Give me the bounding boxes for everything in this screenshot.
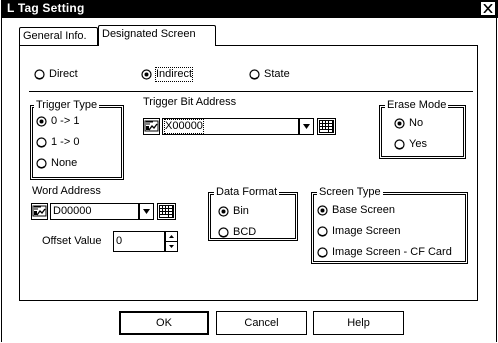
word-address-label: Word Address <box>32 185 101 197</box>
radio-checked-icon <box>317 205 328 216</box>
word-address-dropdown[interactable] <box>139 203 154 220</box>
trigger-bit-address-input[interactable]: X00000 <box>162 118 299 135</box>
radio-unchecked-icon <box>34 69 45 80</box>
trigger-type-title: Trigger Type <box>34 99 100 112</box>
radio-unchecked-icon <box>36 137 47 148</box>
screen-type-title: Screen Type <box>317 186 383 199</box>
erase-yes-label: Yes <box>409 138 427 150</box>
ok-button[interactable]: OK <box>119 311 209 335</box>
tab-general-info[interactable]: General Info. <box>19 27 98 45</box>
erase-mode-title: Erase Mode <box>385 99 449 112</box>
data-format-title: Data Format <box>214 186 280 199</box>
chevron-down-icon <box>143 209 150 214</box>
tab-general-info-label: General Info. <box>23 30 87 42</box>
ok-button-label: OK <box>156 317 172 329</box>
mode-direct-label: Direct <box>49 68 78 80</box>
trigger-1-0-label: 1 -> 0 <box>51 136 80 148</box>
erase-no-label: No <box>409 117 424 129</box>
cancel-button-label: Cancel <box>244 317 279 329</box>
keypad-icon[interactable] <box>317 118 336 135</box>
radio-unchecked-icon <box>317 247 328 258</box>
word-address-value: D00000 <box>53 205 92 217</box>
trigger-bit-address-label: Trigger Bit Address <box>143 96 237 108</box>
trigger-bit-address-dropdown[interactable] <box>299 118 314 135</box>
address-picker-icon[interactable] <box>143 118 160 135</box>
data-format-group: Data Format Bin BCD <box>208 186 298 241</box>
radio-unchecked-icon <box>394 139 405 150</box>
radio-unchecked-icon <box>249 69 260 80</box>
offset-value-input[interactable]: 0 <box>113 231 165 252</box>
address-picker-icon[interactable] <box>31 203 48 220</box>
tab-designated-screen[interactable]: Designated Screen <box>98 25 216 46</box>
radio-checked-icon <box>394 118 405 129</box>
spin-up-icon[interactable] <box>166 232 177 241</box>
title-bar: L Tag Setting <box>2 0 498 18</box>
divider <box>29 91 473 92</box>
mode-indirect-label: Indirect <box>154 67 194 82</box>
radio-checked-icon <box>218 206 229 217</box>
cancel-button[interactable]: Cancel <box>216 311 307 335</box>
tab-designated-screen-label: Designated Screen <box>102 28 196 40</box>
offset-value-label: Offset Value <box>42 235 102 247</box>
trigger-type-group: Trigger Type 0 -> 1 1 -> 0 None <box>30 99 124 180</box>
offset-value-value: 0 <box>116 235 123 247</box>
mode-state-label: State <box>264 68 290 80</box>
trigger-bit-address-value: X00000 <box>164 119 204 134</box>
trigger-none-label: None <box>51 157 78 169</box>
radio-checked-icon <box>36 116 47 127</box>
close-icon <box>483 4 493 13</box>
format-bin-label: Bin <box>233 205 249 217</box>
help-button[interactable]: Help <box>313 311 404 335</box>
screen-image-cf-label: Image Screen - CF Card <box>332 246 452 258</box>
screen-type-group: Screen Type Base Screen Image Screen Ima… <box>311 186 468 264</box>
radio-checked-icon <box>141 69 152 80</box>
help-button-label: Help <box>347 317 370 329</box>
tab-panel: Direct Indirect State Trigger Type 0 -> … <box>19 45 478 301</box>
screen-base-label: Base Screen <box>332 204 395 216</box>
close-button[interactable] <box>481 2 495 15</box>
erase-mode-group: Erase Mode No Yes <box>379 99 466 159</box>
word-address-input[interactable]: D00000 <box>50 203 139 220</box>
dialog-window: L Tag Setting General Info. Designated S… <box>1 0 498 342</box>
radio-unchecked-icon <box>218 227 229 238</box>
trigger-0-1-label: 0 -> 1 <box>51 115 80 127</box>
radio-unchecked-icon <box>317 226 328 237</box>
radio-unchecked-icon <box>36 158 47 169</box>
keypad-icon[interactable] <box>157 203 176 220</box>
spin-down-icon[interactable] <box>166 242 177 251</box>
chevron-down-icon <box>303 124 310 129</box>
screen-image-label: Image Screen <box>332 225 401 237</box>
offset-spinner[interactable] <box>165 231 178 252</box>
format-bcd-label: BCD <box>233 226 257 238</box>
window-title: L Tag Setting <box>7 1 85 15</box>
